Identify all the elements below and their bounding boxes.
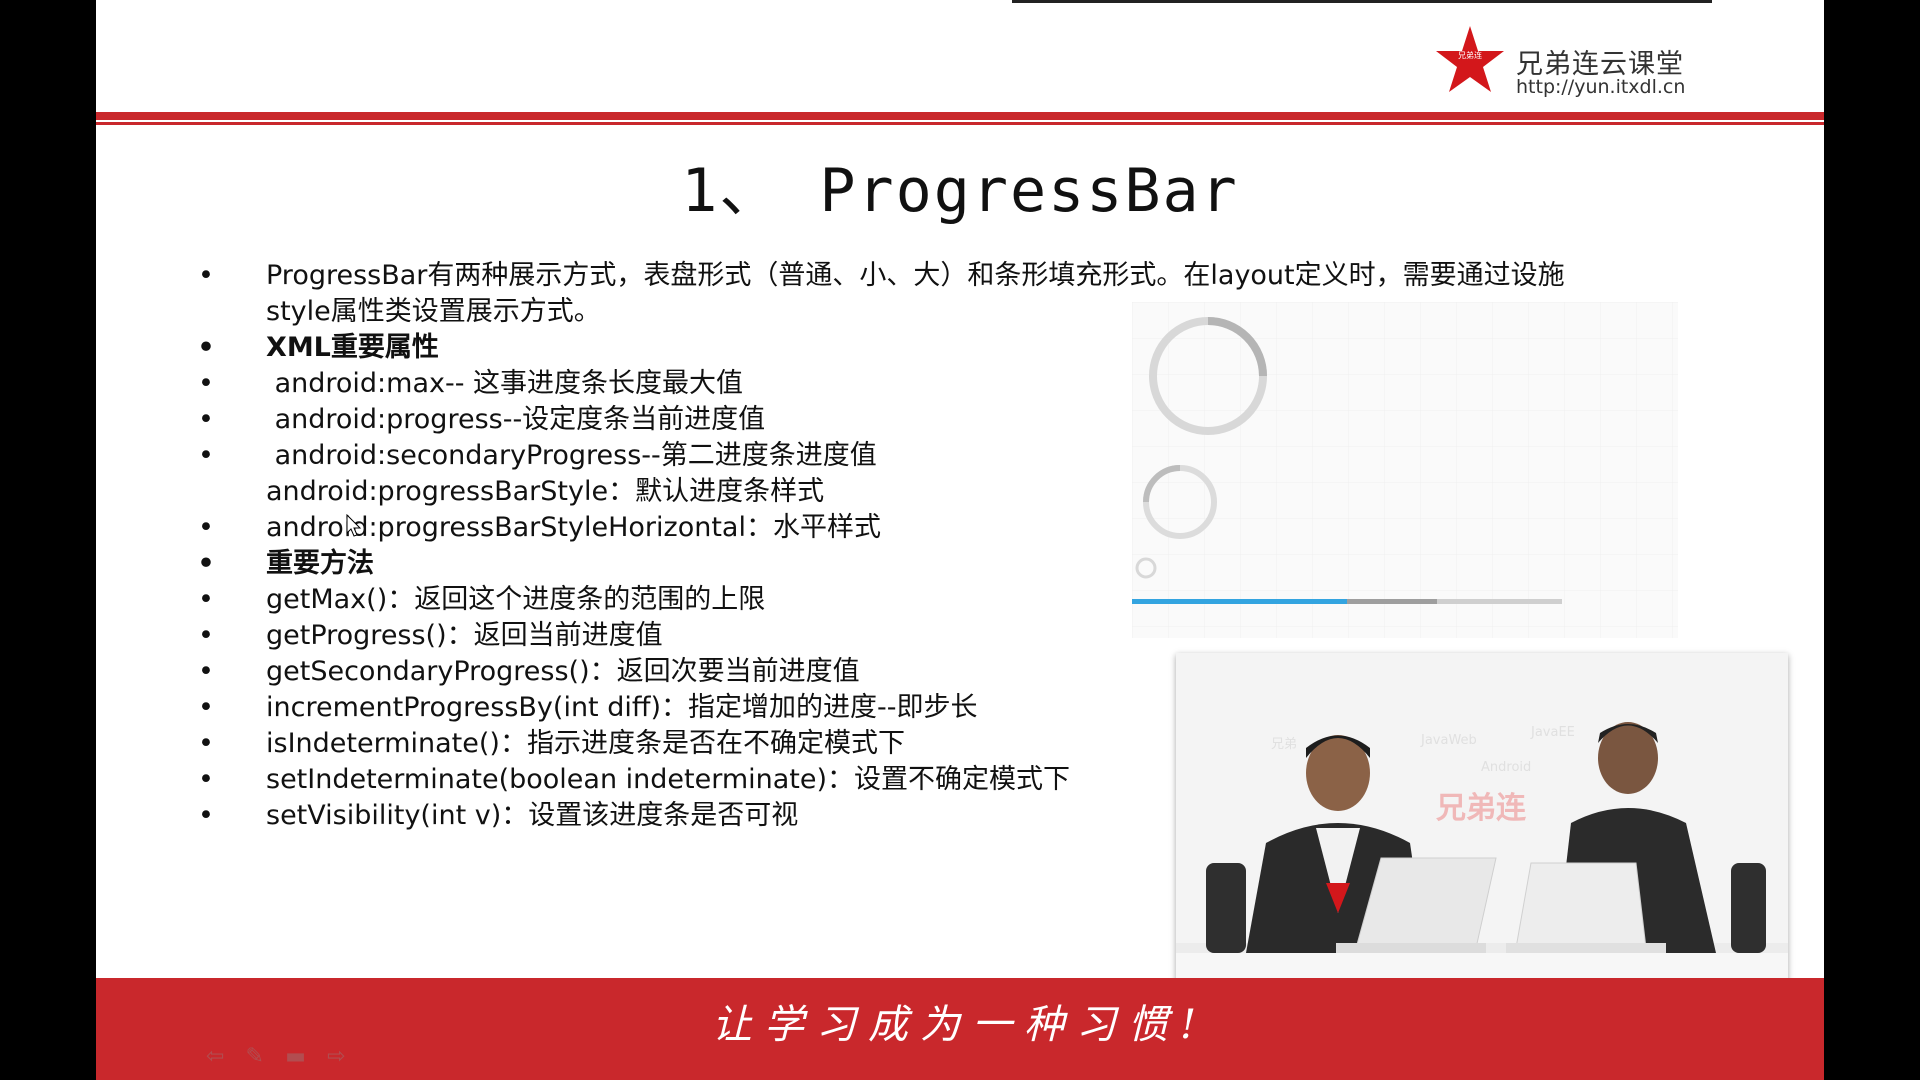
bullet-dot: •	[198, 800, 214, 831]
bullet-text: style属性类设置展示方式。	[266, 296, 601, 327]
bullet-dot: •	[198, 692, 214, 723]
bullet-text: getMax()：返回这个进度条的范围的上限	[266, 584, 766, 615]
star-logo-icon: 兄弟连	[1436, 26, 1504, 92]
forward-arrow-icon[interactable]: ⇨	[327, 1044, 345, 1069]
bullet-text: getProgress()：返回当前进度值	[266, 620, 663, 651]
brand-logo: 兄弟连 兄弟连云课堂 http://yun.itxdl.cn	[1434, 24, 1694, 104]
bullet-text: XML重要属性	[266, 332, 439, 363]
bullet-dot: •	[197, 332, 215, 363]
bullet-dot: •	[198, 728, 214, 759]
slideshow-nav: ⇦ ✎ ▬ ⇨	[206, 1044, 361, 1069]
bullet-text: getSecondaryProgress()：返回次要当前进度值	[266, 656, 860, 687]
bullet-dot: •	[198, 512, 214, 543]
bullet-text: incrementProgressBy(int diff)：指定增加的进度--即…	[266, 692, 978, 723]
progressbar-demo-svg	[1132, 302, 1678, 638]
footer-slogan: 让学习成为一种习惯!	[711, 1002, 1209, 1048]
bullet-text: android:progressBarStyle：默认进度条样式	[266, 476, 825, 507]
bullet-text: 重要方法	[266, 548, 374, 579]
bullet-dot: •	[198, 260, 214, 291]
header-red-bar	[96, 112, 1824, 120]
bullet-dot: •	[197, 548, 215, 579]
bullet-text: android:max-- 这事进度条长度最大值	[266, 368, 744, 399]
bullet-dot: •	[198, 584, 214, 615]
bullet-dot: •	[198, 404, 214, 435]
bullet-text: setVisibility(int v)：设置该进度条是否可视	[266, 800, 799, 831]
bullet-text: ProgressBar有两种展示方式，表盘形式（普通、小、大）和条形填充形式。在…	[266, 260, 1565, 291]
slides-icon[interactable]: ▬	[285, 1044, 306, 1069]
horizontal-progress-primary	[1132, 599, 1347, 604]
slide: 兄弟连 兄弟连云课堂 http://yun.itxdl.cn 1、 Progre…	[96, 0, 1824, 1080]
video-brand-text: 兄弟连	[1436, 791, 1526, 826]
slide-title: 1、 ProgressBar	[681, 156, 1239, 226]
bullet-dot: •	[198, 440, 214, 471]
watermark: JavaWeb	[1421, 733, 1477, 748]
watermark: Android	[1481, 760, 1532, 775]
bullet-text: android:secondaryProgress--第二进度条进度值	[266, 440, 877, 471]
top-line	[1012, 0, 1712, 3]
watermark: 兄弟	[1271, 737, 1298, 752]
bullet-dot: •	[198, 368, 214, 399]
progressbar-demo-image	[1132, 302, 1678, 638]
watermark: JavaEE	[1531, 725, 1575, 740]
back-arrow-icon[interactable]: ⇦	[206, 1044, 224, 1069]
star-text: 兄弟连	[1458, 50, 1482, 60]
brand-url: http://yun.itxdl.cn	[1516, 76, 1686, 98]
pen-icon[interactable]: ✎	[246, 1044, 264, 1069]
mouse-cursor-icon	[346, 514, 362, 537]
instructor-video-inset: 兄弟 JavaWeb JavaEE Android 兄弟连	[1176, 653, 1788, 997]
bullet-text: android:progress--设定度条当前进度值	[266, 404, 766, 435]
bullet-dot: •	[198, 764, 214, 795]
header-red-thin-bar	[96, 122, 1824, 125]
bullet-item: • ProgressBar有两种展示方式，表盘形式（普通、小、大）和条形填充形式。…	[196, 258, 1796, 294]
bullet-dot: •	[198, 620, 214, 651]
bullet-text: setIndeterminate(boolean indeterminate)：…	[266, 764, 1071, 795]
bullet-dot: •	[198, 656, 214, 687]
bullet-text: isIndeterminate()：指示进度条是否在不确定模式下	[266, 728, 905, 759]
